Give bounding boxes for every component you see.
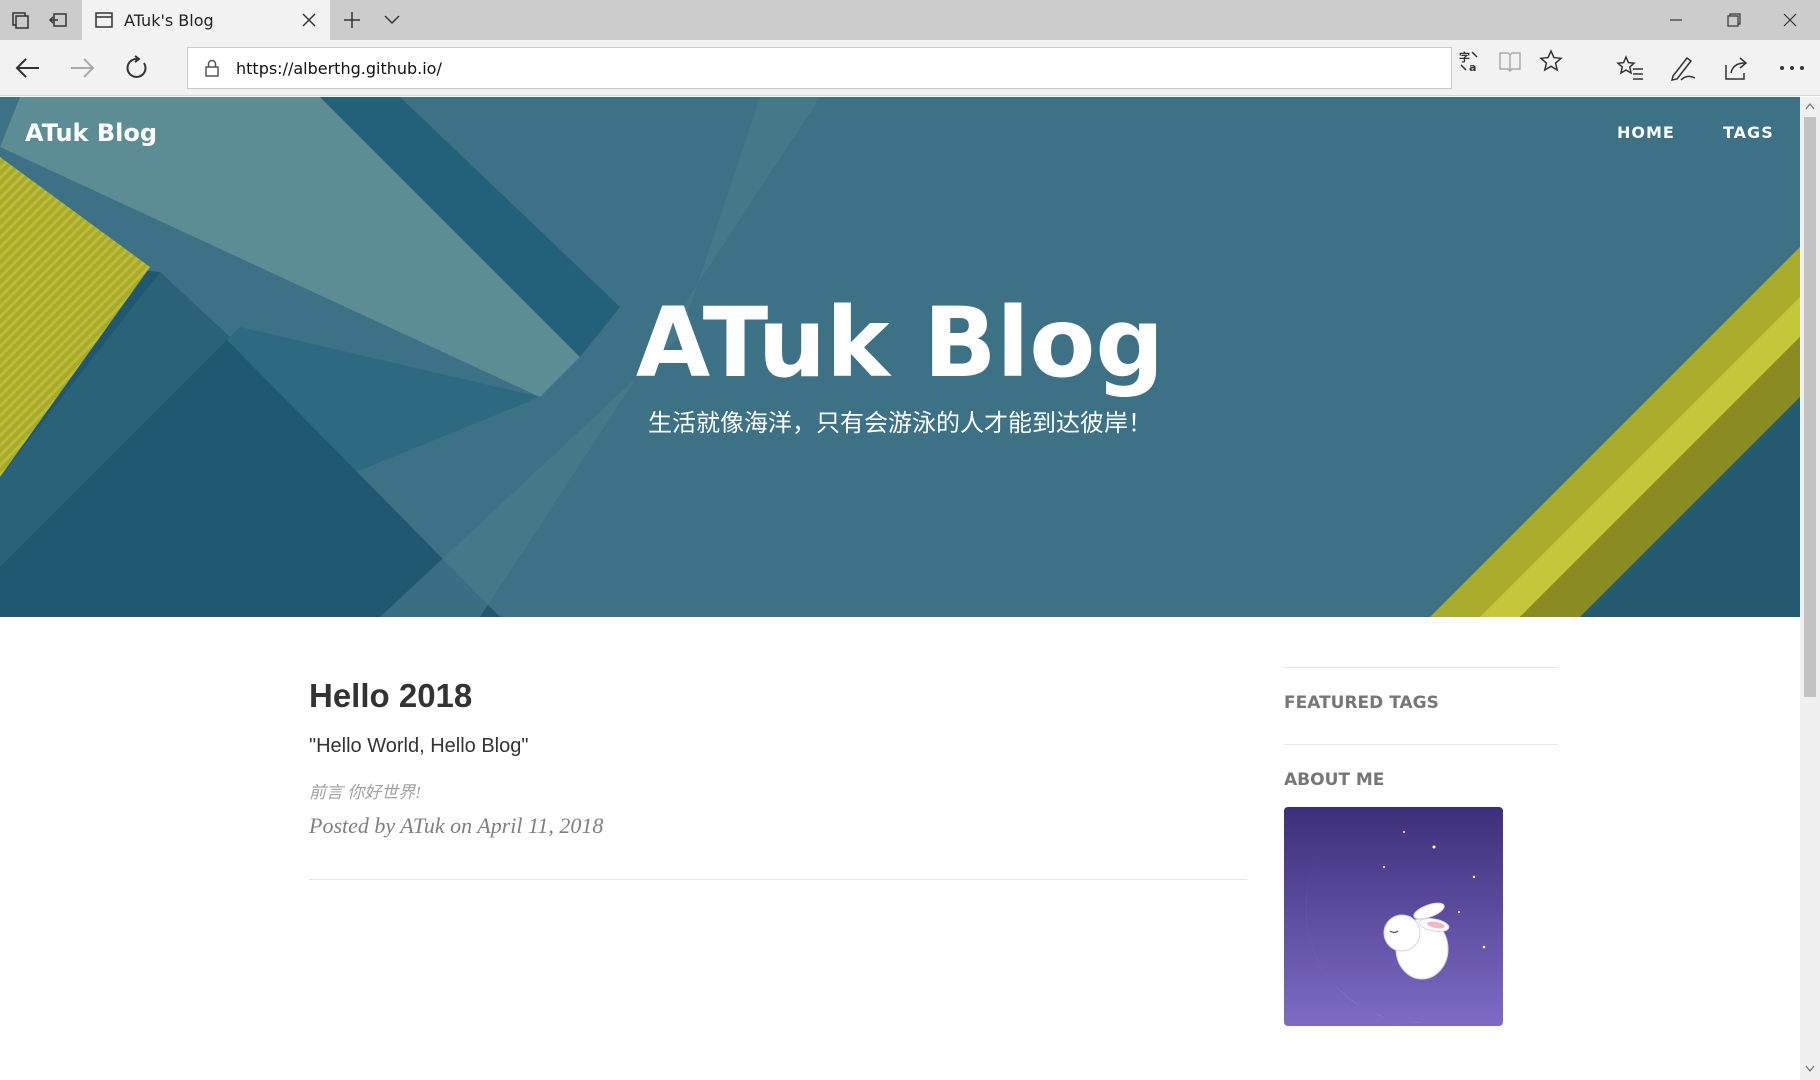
share-icon[interactable] (1721, 52, 1753, 84)
nav-home-link[interactable]: HOME (1617, 123, 1675, 142)
post-subtitle[interactable]: "Hello World, Hello Blog" (309, 735, 1247, 758)
lock-icon (204, 58, 220, 83)
active-tab[interactable]: ATuk's Blog (82, 0, 330, 40)
nav-tags-link[interactable]: TAGS (1723, 123, 1774, 142)
reading-view-icon[interactable] (1497, 48, 1523, 74)
sidebar: FEATURED TAGS ABOUT ME (1284, 667, 1558, 1026)
minimize-icon[interactable] (1648, 0, 1704, 40)
post-meta: Posted by ATuk on April 11, 2018 (309, 813, 604, 838)
translate-icon[interactable]: 字a (1457, 48, 1483, 74)
hero-subtitle: 生活就像海洋，只有会游泳的人才能到达彼岸！ (648, 410, 1152, 437)
avatar (1284, 807, 1503, 1026)
refresh-icon[interactable] (121, 52, 153, 84)
tabs-aside-icon[interactable] (46, 8, 70, 32)
forward-icon[interactable] (66, 52, 98, 84)
post-divider (309, 879, 1247, 880)
moon-rabbit-illustration (1284, 807, 1503, 1026)
vertical-scrollbar[interactable] (1800, 97, 1820, 1080)
url-text[interactable]: https://alberthg.github.io/ (236, 59, 442, 78)
more-options-icon[interactable] (1776, 52, 1808, 84)
hero-title: ATuk Blog (635, 287, 1165, 399)
tab-title: ATuk's Blog (124, 10, 214, 30)
favorite-star-icon[interactable] (1538, 48, 1564, 74)
back-icon[interactable] (12, 52, 44, 84)
sidebar-divider (1284, 667, 1558, 668)
scrollbar-thumb[interactable] (1804, 117, 1816, 697)
sidebar-divider (1284, 744, 1558, 745)
site-brand-link[interactable]: ATuk Blog (25, 119, 157, 147)
post-excerpt: 前言 你好世界! (309, 783, 421, 802)
page-viewport: ATuk Blog HOME TAGS ATuk Blog 生活就像海洋，只有会… (0, 97, 1800, 1080)
restore-icon[interactable] (1706, 0, 1762, 40)
post-title[interactable]: Hello 2018 (309, 677, 1247, 715)
featured-tags-heading: FEATURED TAGS (1284, 693, 1439, 713)
post-preview[interactable]: Hello 2018 "Hello World, Hello Blog" 前言 … (309, 677, 1247, 839)
favorites-hub-icon[interactable] (1614, 52, 1646, 84)
close-window-icon[interactable] (1762, 0, 1818, 40)
pen-notes-icon[interactable] (1667, 52, 1699, 84)
page-icon (94, 10, 114, 30)
hero-banner: ATuk Blog HOME TAGS ATuk Blog 生活就像海洋，只有会… (0, 97, 1800, 617)
chevron-down-icon[interactable] (380, 8, 404, 32)
svg-text:a: a (1469, 61, 1476, 73)
scroll-up-icon[interactable] (1800, 97, 1820, 115)
close-tab-icon[interactable] (298, 9, 320, 31)
about-me-heading: ABOUT ME (1284, 770, 1385, 790)
tab-groups-icon[interactable] (8, 8, 32, 32)
new-tab-icon[interactable] (340, 8, 364, 32)
navigation-bar: https://alberthg.github.io/ 字a (0, 40, 1820, 96)
address-bar[interactable]: https://alberthg.github.io/ (187, 47, 1452, 89)
tab-bar: ATuk's Blog (0, 0, 1820, 40)
scroll-down-icon[interactable] (1800, 1060, 1820, 1078)
